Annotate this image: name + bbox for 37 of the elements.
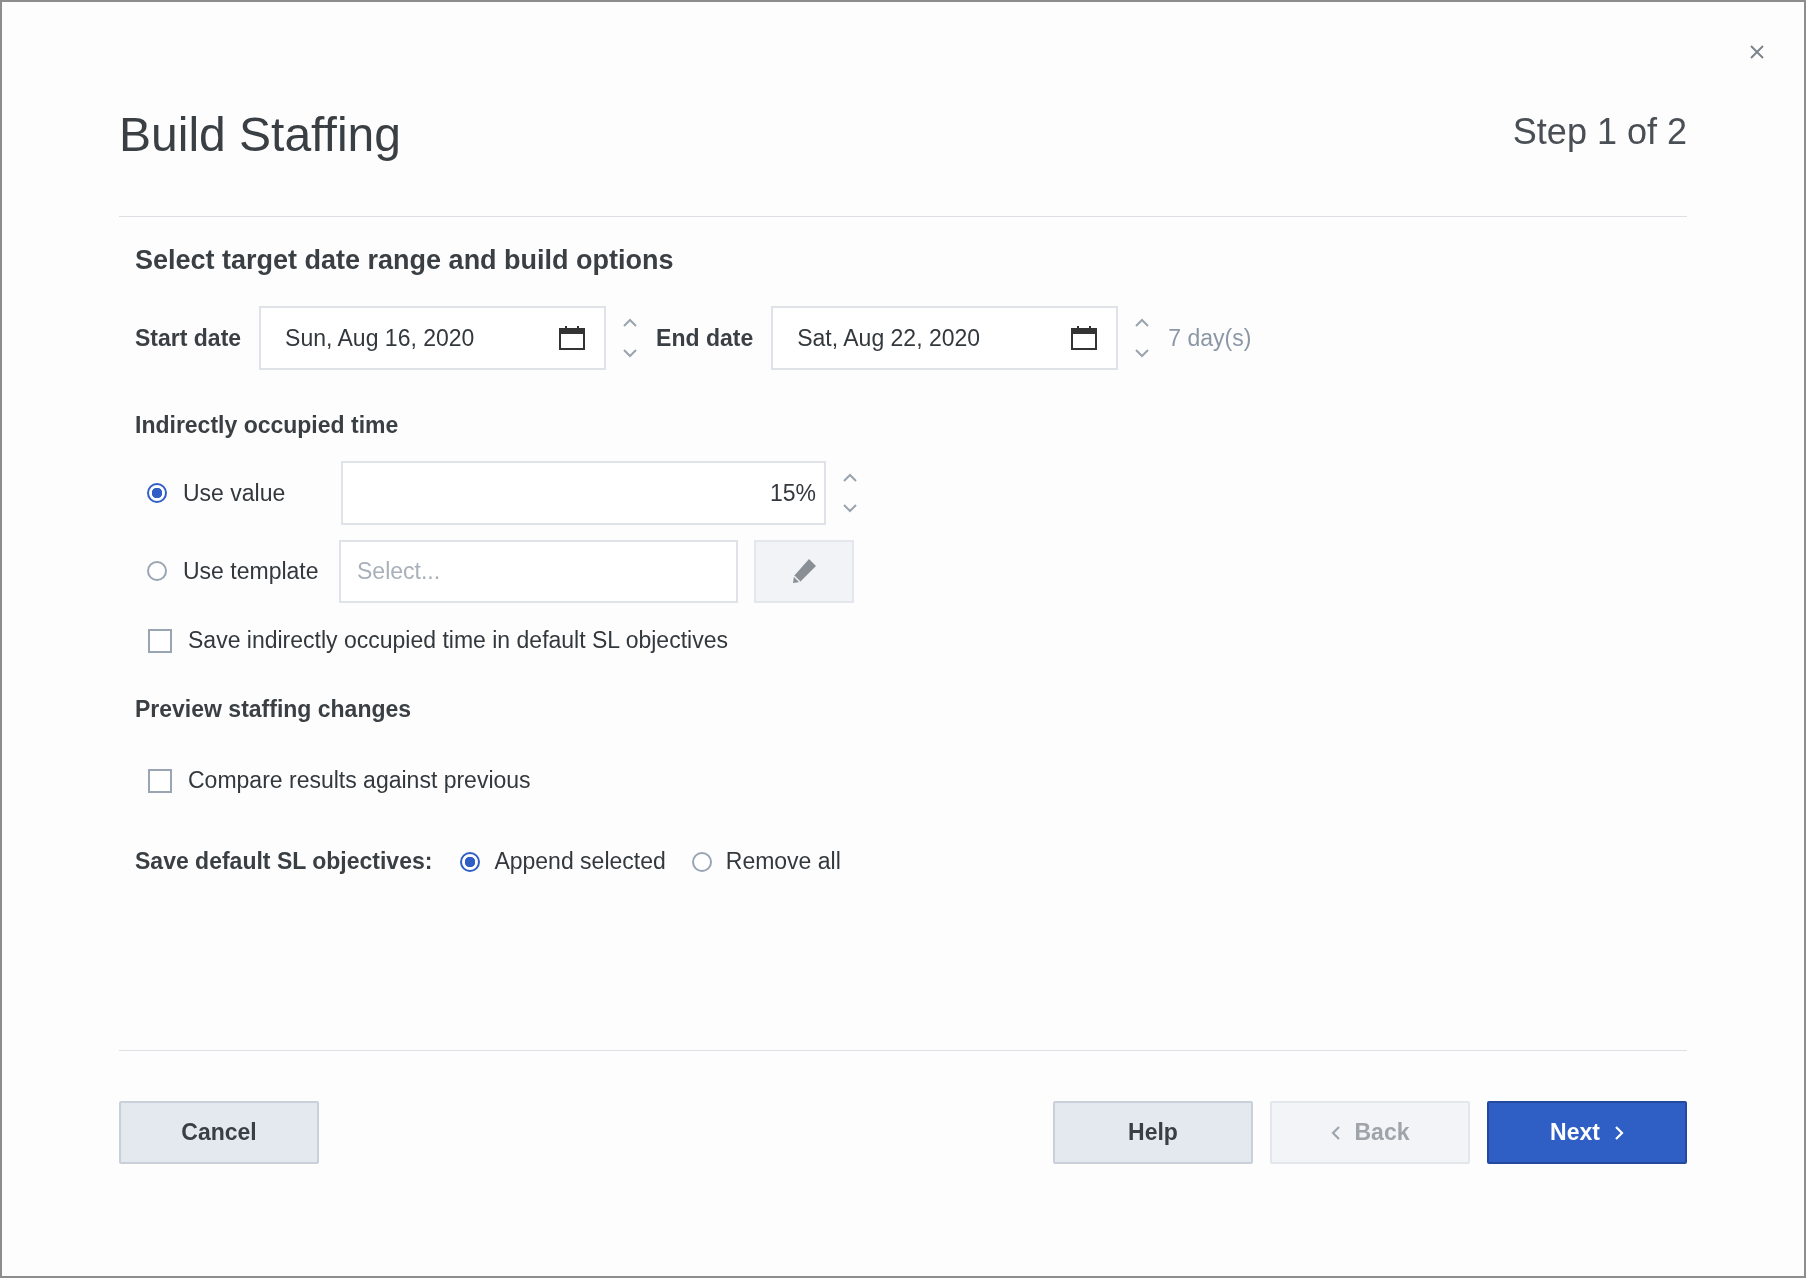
footer-button[interactable]: Cancel — [119, 1101, 319, 1164]
date-field[interactable]: Sun, Aug 16, 2020 — [259, 306, 607, 370]
duration-text: 7 day(s) — [1168, 324, 1252, 352]
chevron-left-icon — [1330, 1124, 1341, 1141]
checkbox-label: Compare results against previous — [188, 767, 531, 794]
group-heading: Indirectly occupied time — [135, 412, 400, 439]
radio-label: Use template — [183, 557, 320, 585]
spinner-icon[interactable] — [1134, 316, 1151, 360]
value-field[interactable]: 15% — [341, 461, 826, 525]
spinner-icon[interactable] — [842, 471, 858, 515]
date-field[interactable]: Sat, Aug 22, 2020 — [771, 306, 1119, 370]
field-label: Save default SL objectives: — [135, 848, 433, 875]
date-label: Start date — [135, 324, 242, 352]
radio-label: Use value — [183, 479, 287, 507]
close-icon[interactable] — [1749, 44, 1765, 60]
radio-button[interactable] — [460, 851, 481, 872]
checkbox[interactable] — [148, 628, 172, 653]
footer-button[interactable]: Next — [1487, 1101, 1687, 1164]
calendar-icon[interactable] — [558, 325, 587, 351]
calendar-icon[interactable] — [1070, 325, 1099, 351]
dialog-title: Build Staffing — [119, 106, 401, 162]
edit-button[interactable] — [754, 539, 854, 603]
chevron-right-icon — [1613, 1124, 1624, 1141]
checkbox[interactable] — [148, 768, 172, 793]
template-select[interactable]: Select... — [339, 539, 738, 603]
radio-label: Remove all — [725, 848, 841, 875]
date-label: End date — [656, 324, 754, 352]
footer-button[interactable]: Help — [1053, 1101, 1253, 1164]
radio-button[interactable] — [147, 483, 167, 503]
radio-button[interactable] — [147, 561, 167, 581]
checkbox-label: Save indirectly occupied time in default SL objectives — [188, 627, 728, 654]
group-heading: Preview staffing changes — [135, 696, 413, 723]
radio-label: Append selected — [494, 848, 666, 875]
spinner-icon[interactable] — [622, 316, 639, 360]
step-indicator: Step 1 of 2 — [1512, 111, 1687, 153]
section-title: Select target date range and build options — [135, 245, 675, 276]
radio-button[interactable] — [691, 851, 712, 872]
